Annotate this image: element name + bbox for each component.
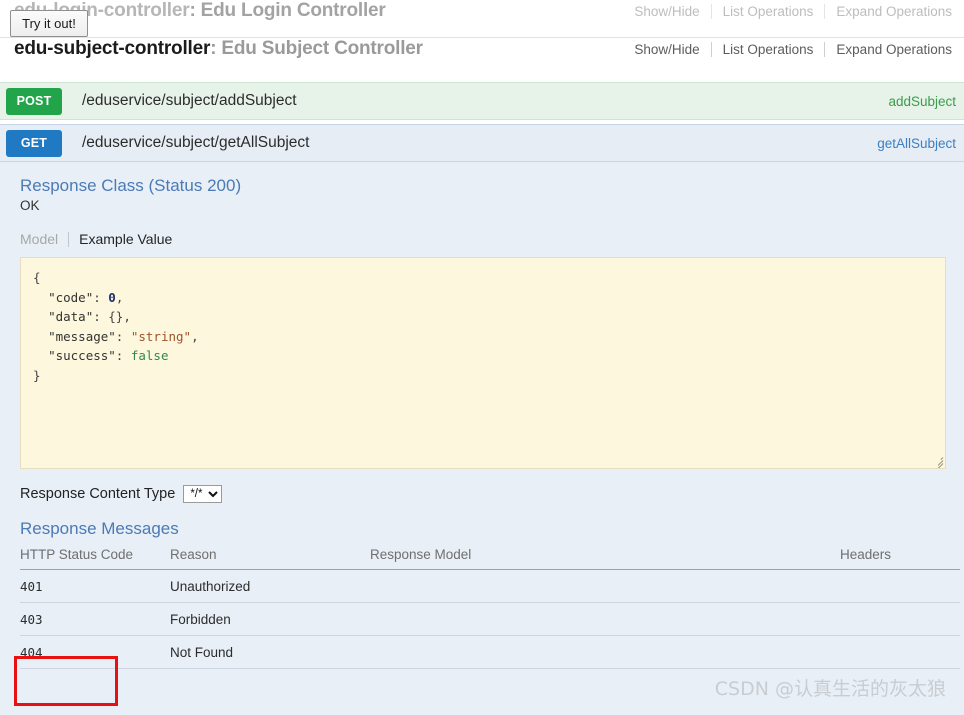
resource-title[interactable]: edu-subject-controller: Edu Subject Cont… [14, 38, 423, 60]
expand-operations-link[interactable]: Expand Operations [825, 42, 956, 57]
operation-nickname[interactable]: addSubject [888, 94, 956, 109]
json-open-brace: { [33, 270, 41, 285]
example-value-textarea[interactable]: { "code": 0, "data": {}, "message": "str… [20, 257, 946, 469]
operation-path[interactable]: /eduservice/subject/addSubject [62, 92, 888, 110]
cell-reason: Not Found [170, 635, 370, 669]
show-hide-link[interactable]: Show/Hide [623, 42, 710, 57]
json-key-message: "message" [48, 328, 116, 344]
operation-nickname[interactable]: getAllSubject [877, 136, 956, 151]
json-value-success: false [130, 348, 169, 364]
operation-path[interactable]: /eduservice/subject/getAllSubject [62, 134, 877, 152]
resource-header-edu-login-controller[interactable]: edu-login-controller: Edu Login Controll… [0, 0, 964, 38]
cell-response-model [370, 635, 840, 669]
json-key-code: "code" [48, 289, 94, 305]
column-header-headers: Headers [840, 547, 960, 570]
try-it-out-annotation-box [14, 656, 118, 706]
response-content-type-row: Response Content Type */* [20, 485, 946, 503]
response-content-type-label: Response Content Type [20, 486, 176, 502]
cell-response-model [370, 569, 840, 603]
cell-headers [840, 602, 960, 636]
operation-details-panel: Response Class (Status 200) OK Model Exa… [0, 162, 964, 715]
table-row: 404 Not Found [20, 635, 960, 669]
json-key-data: "data" [48, 309, 94, 325]
resource-options: Show/Hide List Operations Expand Operati… [623, 4, 956, 19]
cell-status-code: 401 [20, 569, 170, 603]
cell-status-code: 403 [20, 602, 170, 636]
operation-row-get-all-subject[interactable]: GET /eduservice/subject/getAllSubject ge… [0, 124, 964, 162]
json-value-message: "string" [130, 328, 192, 344]
response-class-status: OK [20, 198, 40, 213]
try-it-out-button[interactable]: Try it out! [10, 10, 88, 37]
csdn-watermark: CSDN @认真生活的灰太狼 [714, 678, 946, 700]
json-value-data: {} [108, 309, 124, 325]
resource-separator: : [189, 0, 196, 21]
show-hide-link[interactable]: Show/Hide [623, 4, 710, 19]
example-value-json: { "code": 0, "data": {}, "message": "str… [33, 270, 199, 383]
expand-operations-link[interactable]: Expand Operations [825, 4, 956, 19]
cell-reason: Unauthorized [170, 569, 370, 603]
response-messages-table: HTTP Status Code Reason Response Model H… [20, 547, 960, 669]
table-row: 401 Unauthorized [20, 569, 960, 603]
json-key-success: "success" [48, 348, 116, 364]
tab-example-value[interactable]: Example Value [69, 231, 172, 247]
resource-name: edu-subject-controller [14, 38, 211, 59]
resource-separator: : [210, 38, 217, 59]
column-header-response-model: Response Model [370, 547, 840, 570]
column-header-reason: Reason [170, 547, 370, 570]
resource-description: Edu Login Controller [200, 0, 386, 21]
cell-response-model [370, 602, 840, 636]
resource-description: Edu Subject Controller [221, 38, 423, 59]
model-example-tabs: Model Example Value [20, 231, 946, 247]
response-content-type-select[interactable]: */* [183, 485, 223, 503]
table-row: 403 Forbidden [20, 602, 960, 636]
column-header-http-status-code: HTTP Status Code [20, 547, 170, 570]
cell-reason: Forbidden [170, 602, 370, 636]
list-operations-link[interactable]: List Operations [712, 42, 825, 57]
json-close-brace: } [33, 367, 41, 383]
tab-model[interactable]: Model [20, 231, 68, 247]
cell-headers [840, 569, 960, 603]
json-value-code: 0 [108, 289, 116, 305]
response-class-title: Response Class (Status 200) [20, 176, 242, 195]
method-badge-post: POST [6, 87, 62, 115]
resource-header-edu-subject-controller[interactable]: edu-subject-controller: Edu Subject Cont… [0, 38, 964, 82]
textarea-resize-handle[interactable] [930, 453, 944, 468]
response-messages-title: Response Messages [20, 519, 179, 538]
method-badge-get: GET [6, 129, 62, 157]
cell-headers [840, 635, 960, 669]
operation-row-add-subject[interactable]: POST /eduservice/subject/addSubject addS… [0, 82, 964, 120]
table-header-row: HTTP Status Code Reason Response Model H… [20, 547, 960, 570]
list-operations-link[interactable]: List Operations [712, 4, 825, 19]
resource-options: Show/Hide List Operations Expand Operati… [623, 42, 956, 57]
